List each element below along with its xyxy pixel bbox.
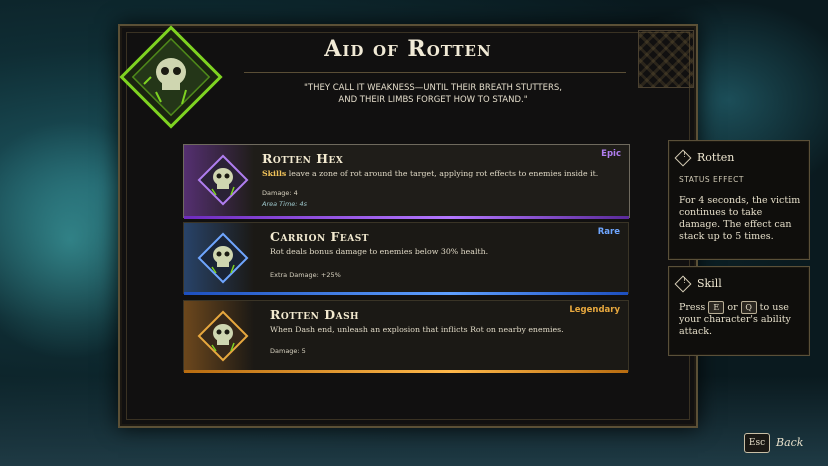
rarity-badge: Rare <box>597 227 620 237</box>
description-text: When Dash end, unleash an explosion that… <box>270 325 564 334</box>
tooltip-subtitle: STATUS EFFECT <box>679 175 744 184</box>
card-description: When Dash end, unleash an explosion that… <box>270 325 618 334</box>
skull-rune-icon <box>197 232 249 284</box>
flavor-quote-line1: "THEY CALL IT WEAKNESS—UNTIL THEIR BREAT… <box>303 83 563 93</box>
back-label: Back <box>776 436 804 449</box>
boon-selection-panel: Aid of Rotten "THEY CALL IT WEAKNESS—UNT… <box>118 24 698 428</box>
description-text: leave a zone of rot around the target, a… <box>286 169 599 178</box>
skull-rune-icon <box>197 310 249 362</box>
tooltip-body: Press E or Q to use your character's abi… <box>679 301 801 338</box>
boon-card-rotten-dash[interactable]: Rotten Dash Legendary When Dash end, unl… <box>183 300 629 373</box>
card-title: Rotten Dash <box>270 307 360 322</box>
keyword-highlight[interactable]: Skills <box>262 169 286 178</box>
tooltip-title: Rotten <box>697 151 735 164</box>
tooltip-header: Skill <box>674 275 722 293</box>
card-title: Carrion Feast <box>270 229 369 244</box>
flavor-quote-line2: AND THEIR LIMBS FORGET HOW TO STAND." <box>338 95 528 105</box>
stat-extra-damage: Extra Damage: +25% <box>270 271 341 279</box>
title-divider <box>244 72 626 73</box>
rarity-edge <box>184 370 628 373</box>
info-diamond-icon <box>674 275 692 293</box>
tooltip-rotten: Rotten STATUS EFFECT For 4 seconds, the … <box>668 140 810 260</box>
skull-rune-icon <box>197 154 249 206</box>
card-description: Skills leave a zone of rot around the ta… <box>262 169 619 178</box>
boon-card-carrion-feast[interactable]: Carrion Feast Rare Rot deals bonus damag… <box>183 222 629 295</box>
body-text: or <box>724 302 741 313</box>
rarity-edge <box>184 216 629 219</box>
tooltip-skill: Skill Press E or Q to use your character… <box>668 266 810 356</box>
key-e-icon: E <box>708 301 725 314</box>
stat-area-time: Area Time: 4s <box>262 200 308 208</box>
key-q-icon: Q <box>740 301 757 314</box>
card-title: Rotten Hex <box>262 151 344 166</box>
tooltip-body: For 4 seconds, the victim continues to t… <box>679 195 801 242</box>
rarity-badge: Epic <box>601 149 621 159</box>
tooltip-header: Rotten <box>674 149 735 167</box>
stat-damage: Damage: 5 <box>270 347 306 355</box>
rarity-badge: Legendary <box>569 305 620 315</box>
description-text: Rot deals bonus damage to enemies below … <box>270 247 489 256</box>
back-button[interactable]: Esc Back <box>744 432 803 453</box>
card-description: Rot deals bonus damage to enemies below … <box>270 247 618 256</box>
rarity-edge <box>184 292 628 295</box>
esc-key-icon: Esc <box>744 432 770 453</box>
boon-card-rotten-hex[interactable]: Rotten Hex Epic Skills leave a zone of r… <box>183 144 630 219</box>
page-title: Aid of Rotten <box>324 36 492 62</box>
tooltip-title: Skill <box>697 277 722 290</box>
stat-damage: Damage: 4 <box>262 189 298 197</box>
info-diamond-icon <box>674 149 692 167</box>
flavor-quote: "THEY CALL IT WEAKNESS—UNTIL THEIR BREAT… <box>270 82 596 106</box>
body-text: Press <box>679 302 709 313</box>
